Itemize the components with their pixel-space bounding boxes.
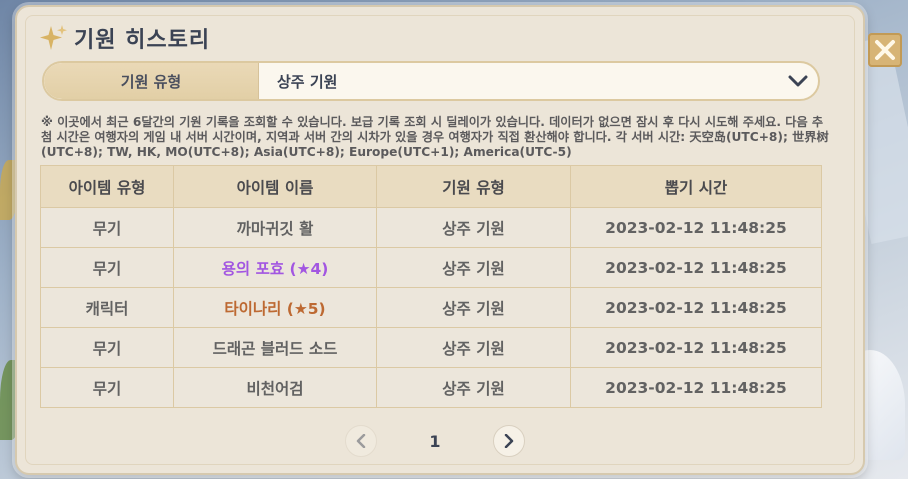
- wish-history-table: 아이템 유형 아이템 이름 기원 유형 뽑기 시간 무기 까마귀깃 활 상주 기…: [40, 165, 822, 408]
- cell-wish-time: 2023-02-12 11:48:25: [570, 327, 822, 368]
- cell-banner-type: 상주 기원: [376, 367, 571, 408]
- cell-item-name: 까마귀깃 활: [173, 207, 377, 248]
- close-icon: [875, 40, 895, 60]
- cell-wish-time: 2023-02-12 11:48:25: [570, 367, 822, 408]
- table-row: 캐릭터 타이나리 (★5) 상주 기원 2023-02-12 11:48:25: [40, 287, 822, 328]
- banner-type-value: 상주 기원: [277, 72, 338, 91]
- banner-type-label: 기원 유형: [44, 63, 259, 99]
- cell-item-name: 타이나리 (★5): [173, 287, 377, 328]
- table-header-row: 아이템 유형 아이템 이름 기원 유형 뽑기 시간: [40, 165, 822, 208]
- cell-banner-type: 상주 기원: [376, 207, 571, 248]
- header-item-name: 아이템 이름: [173, 165, 377, 208]
- current-page-number: 1: [429, 431, 441, 451]
- cell-item-type: 무기: [40, 327, 174, 368]
- sparkle-icon: [40, 25, 67, 50]
- table-row: 무기 용의 포효 (★4) 상주 기원 2023-02-12 11:48:25: [40, 247, 822, 288]
- cell-banner-type: 상주 기원: [376, 327, 571, 368]
- header-banner-type: 기원 유형: [376, 165, 571, 208]
- prev-page-button[interactable]: [345, 425, 377, 457]
- table-row: 무기 드래곤 블러드 소드 상주 기원 2023-02-12 11:48:25: [40, 327, 822, 368]
- cell-item-type: 무기: [40, 367, 174, 408]
- pagination: 1: [345, 424, 525, 458]
- notice-text: ※ 이곳에서 최근 6달간의 기원 기록을 조회할 수 있습니다. 보급 기록 …: [41, 115, 829, 159]
- cell-wish-time: 2023-02-12 11:48:25: [570, 287, 822, 328]
- cell-item-name: 드래곤 블러드 소드: [173, 327, 377, 368]
- cell-item-type: 무기: [40, 247, 174, 288]
- cell-item-type: 캐릭터: [40, 287, 174, 328]
- cell-item-type: 무기: [40, 207, 174, 248]
- banner-type-dropdown[interactable]: 기원 유형 상주 기원: [42, 61, 820, 101]
- table-row: 무기 까마귀깃 활 상주 기원 2023-02-12 11:48:25: [40, 207, 822, 248]
- title-row: 기원 히스토리: [40, 22, 210, 54]
- header-wish-time: 뽑기 시간: [570, 165, 822, 208]
- cell-banner-type: 상주 기원: [376, 287, 571, 328]
- page-title: 기원 히스토리: [74, 28, 211, 53]
- close-button[interactable]: [868, 33, 902, 67]
- cell-item-name: 비천어검: [173, 367, 377, 408]
- cell-wish-time: 2023-02-12 11:48:25: [570, 247, 822, 288]
- cell-banner-type: 상주 기원: [376, 247, 571, 288]
- chevron-down-icon: [778, 74, 818, 88]
- chevron-right-icon: [504, 434, 514, 448]
- chevron-left-icon: [356, 434, 366, 448]
- cell-wish-time: 2023-02-12 11:48:25: [570, 207, 822, 248]
- cell-item-name: 용의 포효 (★4): [173, 247, 377, 288]
- header-item-type: 아이템 유형: [40, 165, 174, 208]
- next-page-button[interactable]: [492, 425, 525, 457]
- table-row: 무기 비천어검 상주 기원 2023-02-12 11:48:25: [40, 367, 822, 408]
